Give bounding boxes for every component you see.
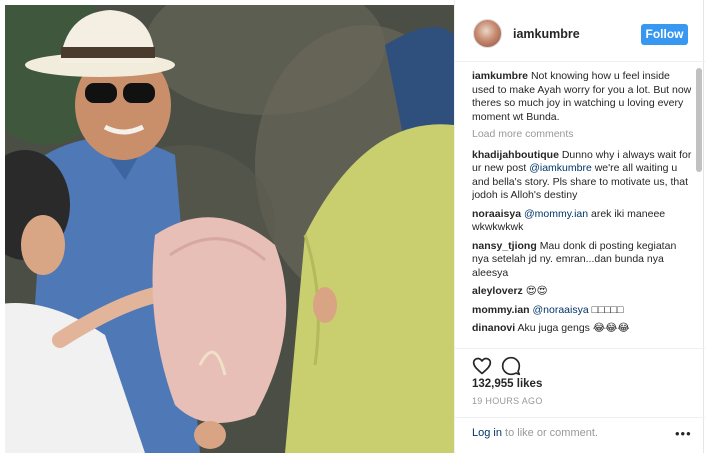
- comments-scrollbar[interactable]: [696, 66, 702, 348]
- comments-list[interactable]: iamkumbre Not knowing how u feel inside …: [472, 70, 694, 348]
- post-side-panel: iamkumbre Follow iamkumbre Not knowing h…: [454, 0, 705, 453]
- login-prompt: Log in to like or comment.: [472, 427, 598, 439]
- comment-username[interactable]: nansy_tjiong: [472, 240, 537, 252]
- instagram-post-embed: iamkumbre Follow iamkumbre Not knowing h…: [0, 0, 706, 453]
- comment-username[interactable]: khadijahboutique: [472, 149, 559, 161]
- follow-button[interactable]: Follow: [641, 24, 688, 45]
- caption-username[interactable]: iamkumbre: [472, 70, 528, 82]
- comment-item: aleyloverz 😍😍: [472, 285, 694, 299]
- comment-username[interactable]: noraaisya: [472, 208, 521, 220]
- post-header: iamkumbre Follow: [455, 0, 705, 62]
- comment-item: noraaisya @mommy.ian arek iki maneee wkw…: [472, 208, 694, 235]
- comment-item: nansy_tjiong Mau donk di posting kegiata…: [472, 240, 694, 281]
- comment-item: khadijahboutique Dunno why i always wait…: [472, 149, 694, 203]
- load-more-comments-link[interactable]: Load more comments: [472, 128, 694, 142]
- comment-text: 😍😍: [525, 285, 548, 297]
- post-username[interactable]: iamkumbre: [513, 27, 580, 41]
- login-prompt-text: to like or comment.: [501, 427, 598, 439]
- comment-username[interactable]: mommy.ian: [472, 304, 530, 316]
- post-photo-illustration: [5, 5, 454, 453]
- post-photo[interactable]: [5, 5, 454, 453]
- login-link[interactable]: Log in: [472, 427, 502, 439]
- comment-mention[interactable]: @noraaisya: [533, 304, 589, 316]
- comment-username[interactable]: dinanovi: [472, 322, 515, 334]
- heart-icon[interactable]: [472, 356, 492, 376]
- comment-mention[interactable]: @iamkumbre: [529, 162, 592, 174]
- comment-icon[interactable]: [501, 356, 521, 376]
- comment-username[interactable]: aleyloverz: [472, 285, 523, 297]
- comment-item: mommy.ian @noraaisya □□□□□: [472, 304, 694, 318]
- comment-mention[interactable]: @mommy.ian: [524, 208, 588, 220]
- likes-count[interactable]: 132,955 likes: [472, 378, 542, 390]
- comment-item: dinanovi Aku juga gengs 😂😂😂: [472, 322, 694, 336]
- post-timestamp[interactable]: 19 HOURS AGO: [472, 396, 543, 406]
- comment-text: Aku juga gengs 😂😂😂: [517, 322, 630, 334]
- avatar[interactable]: [473, 19, 502, 48]
- scrollbar-thumb[interactable]: [696, 68, 702, 172]
- more-options-icon[interactable]: •••: [675, 426, 692, 441]
- comment-text-tail: □□□□□: [588, 303, 624, 316]
- post-caption: iamkumbre Not knowing how u feel inside …: [472, 70, 694, 124]
- actions-divider: [455, 348, 705, 350]
